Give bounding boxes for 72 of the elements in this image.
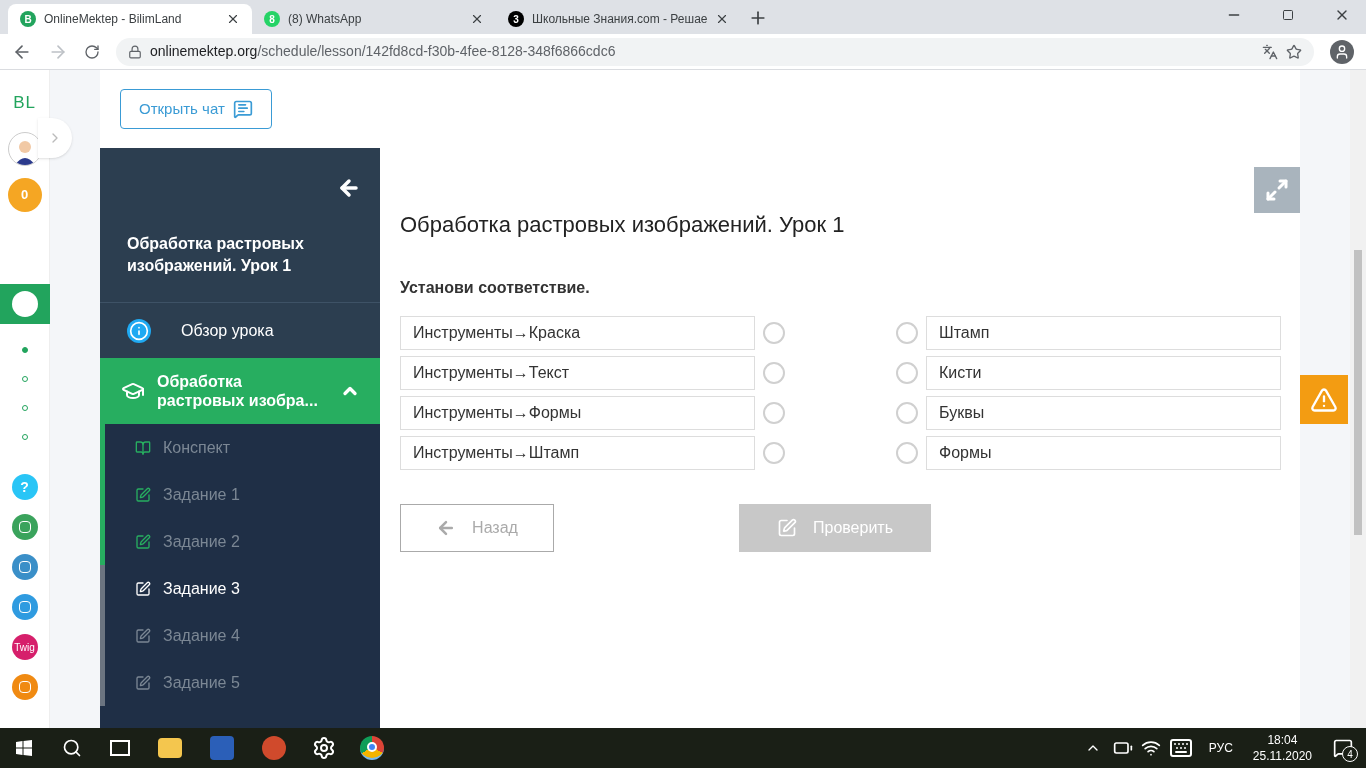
edit-icon bbox=[135, 674, 151, 691]
match-option[interactable]: Буквы bbox=[926, 396, 1281, 430]
presentation-app-icon[interactable] bbox=[262, 736, 286, 760]
lesson-item[interactable]: Задание 5 bbox=[100, 659, 380, 706]
lesson-item[interactable]: Задание 1 bbox=[100, 471, 380, 518]
radio-button[interactable] bbox=[896, 442, 918, 464]
tab-favicon: 3 bbox=[508, 11, 524, 27]
keyboard-icon[interactable] bbox=[1168, 736, 1193, 760]
close-icon[interactable] bbox=[470, 12, 484, 26]
match-option[interactable]: Штамп bbox=[926, 316, 1281, 350]
translate-icon[interactable] bbox=[1262, 43, 1278, 60]
warning-button[interactable] bbox=[1300, 375, 1348, 424]
lesson-item[interactable]: Задание 3 bbox=[100, 565, 380, 612]
app-icon[interactable]: Twig bbox=[11, 634, 38, 660]
browser-tab[interactable]: 3 Школьные Знания.com - Решае bbox=[496, 4, 740, 34]
warning-icon bbox=[1310, 385, 1338, 414]
course-title: Обработка растровых изображений. Урок 1 bbox=[127, 234, 305, 276]
edit-icon bbox=[135, 486, 151, 503]
match-option[interactable]: Инструменты→Формы bbox=[400, 396, 755, 430]
instruction: Установи соответствие. bbox=[400, 278, 591, 298]
info-icon bbox=[127, 318, 151, 343]
collapse-icon[interactable] bbox=[337, 176, 361, 200]
lesson-title: Обработка растровых изображений. Урок 1 bbox=[400, 211, 846, 239]
search-icon[interactable] bbox=[62, 738, 82, 758]
app-icon[interactable] bbox=[0, 284, 50, 324]
radio-button[interactable] bbox=[896, 402, 918, 424]
browser-tab[interactable]: 8 (8) WhatsApp bbox=[252, 4, 496, 34]
close-icon[interactable] bbox=[226, 12, 240, 26]
points-badge: 0 bbox=[7, 178, 42, 212]
lock-icon bbox=[128, 44, 142, 59]
tab-favicon: B bbox=[20, 11, 36, 27]
match-option[interactable]: Инструменты→Краска bbox=[400, 316, 755, 350]
app-icon[interactable] bbox=[11, 674, 38, 700]
profile-icon[interactable] bbox=[1330, 39, 1354, 64]
overview-item[interactable]: Обзор урока bbox=[100, 303, 380, 358]
lesson-item[interactable]: Конспект bbox=[100, 424, 380, 471]
radio-button[interactable] bbox=[896, 362, 918, 384]
browser-app-icon[interactable] bbox=[360, 736, 384, 760]
expand-icon bbox=[1265, 178, 1289, 202]
radio-button[interactable] bbox=[763, 402, 785, 424]
match-option[interactable]: Формы bbox=[926, 436, 1281, 470]
wifi-icon[interactable] bbox=[1140, 738, 1161, 758]
match-option[interactable]: Инструменты→Штамп bbox=[400, 436, 755, 470]
radio-button[interactable] bbox=[896, 322, 918, 344]
edit-icon bbox=[135, 580, 151, 597]
radio-button[interactable] bbox=[763, 442, 785, 464]
address-field[interactable]: onlinemektep.org/schedule/lesson/142fd8cd-f30b-4fee-8128-348f6866cdc6 bbox=[116, 37, 1314, 66]
clock[interactable]: 18:04 25.11.2020 bbox=[1252, 732, 1312, 764]
tab-favicon: 8 bbox=[264, 11, 280, 27]
lesson-item[interactable]: Задание 2 bbox=[100, 518, 380, 565]
task-view-icon[interactable] bbox=[110, 740, 130, 756]
app-icon[interactable] bbox=[11, 554, 38, 580]
settings-icon[interactable] bbox=[312, 736, 336, 760]
radio-button[interactable] bbox=[763, 322, 785, 344]
language-indicator[interactable]: РУС bbox=[1208, 739, 1233, 757]
reload-icon[interactable] bbox=[84, 43, 100, 60]
chat-icon bbox=[232, 99, 253, 119]
browser-tab[interactable]: B OnlineMektep - BilimLand bbox=[8, 4, 252, 34]
edit-icon bbox=[135, 533, 151, 550]
book-icon bbox=[135, 439, 151, 456]
app-icon[interactable] bbox=[11, 594, 38, 620]
bookmark-icon[interactable] bbox=[1286, 43, 1302, 60]
match-option[interactable]: Инструменты→Текст bbox=[400, 356, 755, 390]
edit-icon bbox=[135, 627, 151, 644]
restore-icon[interactable] bbox=[1282, 9, 1294, 21]
app-icon[interactable] bbox=[11, 514, 38, 540]
scrollbar[interactable] bbox=[1350, 70, 1366, 728]
match-option[interactable]: Кисти bbox=[926, 356, 1281, 390]
lesson-item[interactable]: Задание 4 bbox=[100, 612, 380, 659]
folder-icon[interactable] bbox=[158, 738, 182, 758]
notification-button[interactable]: 4 bbox=[1320, 728, 1366, 768]
radio-button[interactable] bbox=[763, 362, 785, 384]
